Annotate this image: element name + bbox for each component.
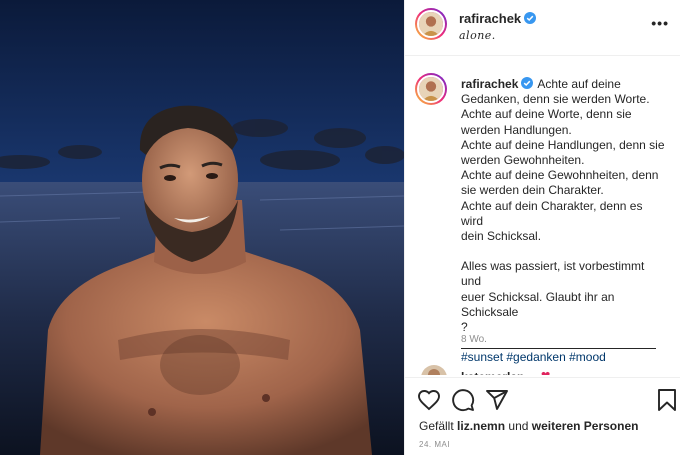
verified-icon <box>524 12 537 24</box>
caption-line: Achte auf dein Charakter, denn es wird <box>461 198 643 228</box>
caption-divider <box>461 335 656 350</box>
post-username[interactable]: rafirachek <box>459 11 537 26</box>
more-options-button[interactable]: ••• <box>651 16 669 30</box>
hashtag-link[interactable]: #mood <box>569 350 606 364</box>
heart-icon <box>418 390 440 411</box>
comments-section: rafirachek Achte auf deine Gedanken, denn… <box>405 57 680 375</box>
like-button[interactable] <box>417 388 441 412</box>
post-username-text[interactable]: rafirachek <box>459 11 521 26</box>
post-header: rafirachek alone. ••• <box>405 0 680 56</box>
share-button[interactable] <box>485 388 509 412</box>
liker-username[interactable]: liz.nemn <box>457 419 505 433</box>
hashtag-link[interactable]: #gedanken <box>506 350 565 364</box>
caption-username[interactable]: rafirachek <box>461 77 518 91</box>
caption-line: Alles was passiert, ist vorbestimmt und <box>461 259 645 289</box>
profile-avatar[interactable] <box>415 8 447 40</box>
caption-line: Gedanken, denn sie werden Worte. <box>461 92 650 107</box>
caption-line: euer Schicksal. Glaubt ihr an Schicksale <box>461 289 615 319</box>
post-details-panel: rafirachek alone. ••• rafirachek Achte au… <box>404 0 680 455</box>
caption-line: Achte auf deine <box>537 77 621 91</box>
caption-line: sie werden dein Charakter. <box>461 183 604 198</box>
post-photo[interactable] <box>0 0 404 455</box>
caption-line: Achte auf deine Gewohnheiten, denn <box>461 168 659 183</box>
caption-line: Achte auf deine Worte, denn sie <box>461 107 632 122</box>
avatar-image <box>419 77 443 101</box>
heart-emoji: ❤ <box>541 369 550 375</box>
action-bar: Gefällt liz.nemn und weiteren Personen 2… <box>405 377 680 455</box>
bookmark-icon <box>658 389 676 411</box>
commenter-avatar[interactable] <box>421 365 447 375</box>
caption-line: Achte auf deine Handlungen, denn sie <box>461 137 665 152</box>
caption-timestamp[interactable]: 8 Wo. <box>461 334 487 345</box>
caption-line: werden Handlungen. <box>461 122 572 137</box>
verified-icon <box>521 77 534 89</box>
hashtag-list: #sunset #gedanken #mood <box>461 350 667 365</box>
post-caption: rafirachek Achte auf deine Gedanken, denn… <box>461 77 667 365</box>
caption-line: dein Schicksal. <box>461 229 542 244</box>
caption-line: ? <box>461 320 468 335</box>
save-button[interactable] <box>655 388 679 412</box>
likes-others-link[interactable]: weiteren Personen <box>532 419 639 433</box>
caption-line: werden Gewohnheiten. <box>461 153 585 168</box>
hashtag-link[interactable]: #sunset <box>461 350 503 364</box>
likes-summary: Gefällt liz.nemn und weiteren Personen <box>419 419 638 433</box>
avatar-image <box>421 365 447 375</box>
commenter-username[interactable]: katemerlan <box>461 370 524 375</box>
post-date[interactable]: 24. MAI <box>419 440 450 449</box>
likes-middle: und <box>508 419 529 433</box>
post-image <box>0 0 404 455</box>
caption-avatar[interactable] <box>415 73 447 105</box>
comment-button[interactable] <box>451 388 475 412</box>
likes-prefix: Gefällt <box>419 419 454 433</box>
avatar-image <box>419 12 443 36</box>
comment-icon <box>452 389 475 412</box>
post-location[interactable]: alone. <box>459 29 496 42</box>
share-icon <box>486 390 508 410</box>
comment-item: katemerlan ❤ <box>417 365 677 375</box>
